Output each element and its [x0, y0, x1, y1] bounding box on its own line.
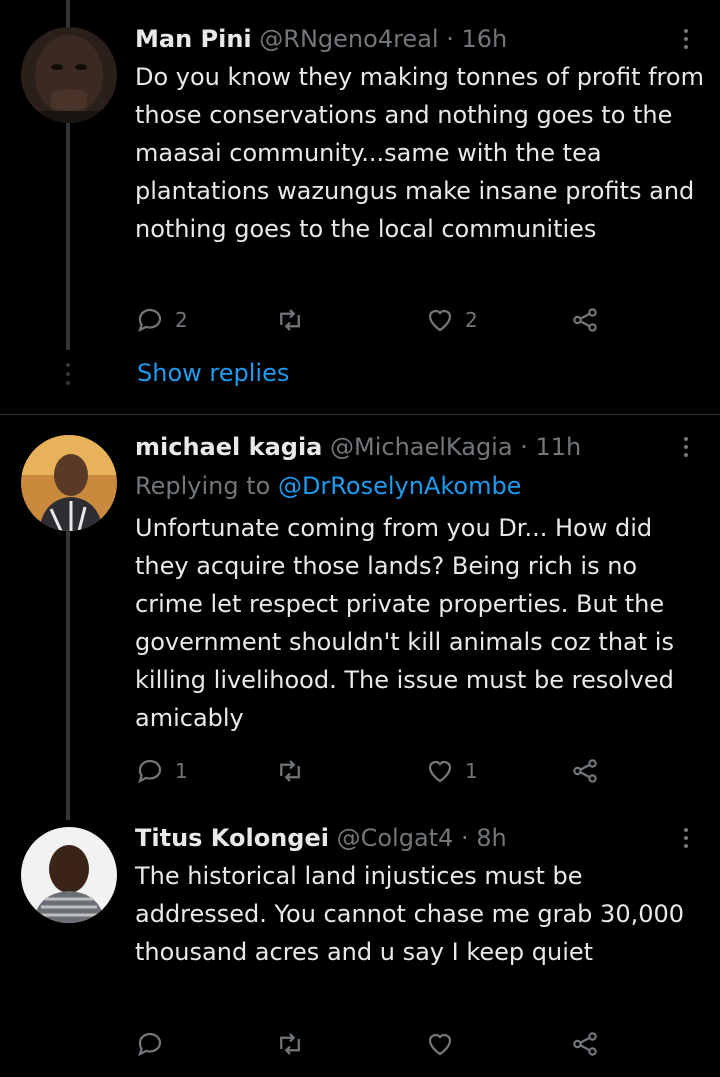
share-button[interactable] [570, 754, 600, 788]
like-icon [428, 1033, 452, 1056]
avatar-titus-kolongei[interactable] [21, 827, 117, 923]
reply-count: 1 [175, 759, 188, 783]
handle[interactable]: @Colgat4 [337, 824, 454, 852]
retweet-button[interactable] [275, 303, 305, 337]
reply-button[interactable]: 2 [135, 303, 188, 337]
share-button[interactable] [570, 1027, 600, 1061]
display-name[interactable]: michael kagia [135, 433, 322, 461]
handle[interactable]: @RNgeno4real [259, 25, 438, 53]
tweet-text: The historical land injustices must be a… [135, 862, 685, 966]
tweet-header: Titus Kolongei @Colgat4 · 8h [135, 823, 507, 853]
thread-line-middle [66, 520, 70, 820]
separator: · [446, 25, 454, 53]
like-count: 1 [465, 759, 478, 783]
show-replies-link[interactable]: Show replies [137, 356, 289, 390]
display-name[interactable]: Man Pini [135, 25, 252, 53]
reply-button[interactable]: 1 [135, 754, 188, 788]
retweet-icon [280, 309, 300, 331]
tweet-actions [135, 1027, 615, 1061]
thread-more-dots [66, 363, 70, 385]
like-button[interactable] [425, 1027, 455, 1061]
like-icon [428, 760, 452, 783]
separator: · [460, 824, 469, 852]
like-button[interactable]: 2 [425, 303, 478, 337]
more-icon[interactable] [676, 823, 696, 853]
tweet-text: Unfortunate coming from you Dr... How di… [135, 514, 674, 732]
separator: · [520, 433, 528, 461]
tweet-header: michael kagia @MichaelKagia · 11h [135, 432, 581, 462]
reply-icon [138, 1032, 162, 1057]
share-icon [573, 308, 597, 332]
avatar-man-pini[interactable] [21, 27, 117, 123]
retweet-button[interactable] [275, 754, 305, 788]
timestamp[interactable]: 16h [462, 25, 508, 53]
reply-button[interactable] [135, 1027, 165, 1061]
display-name[interactable]: Titus Kolongei [135, 824, 329, 852]
share-icon [573, 759, 597, 783]
tweet-header: Man Pini @RNgeno4real · 16h [135, 24, 507, 54]
timestamp[interactable]: 8h [476, 824, 506, 852]
reply-icon [138, 759, 162, 784]
tweet-actions: 2 2 [135, 303, 615, 337]
avatar-michael-kagia[interactable] [21, 435, 117, 531]
handle[interactable]: @MichaelKagia [330, 433, 513, 461]
retweet-button[interactable] [275, 1027, 305, 1061]
replying-prefix: Replying to [135, 472, 278, 500]
divider [0, 414, 720, 415]
like-count: 2 [465, 308, 478, 332]
like-button[interactable]: 1 [425, 754, 478, 788]
mention-link[interactable]: @DrRoselynAkombe [278, 472, 522, 500]
replying-to: Replying to @DrRoselynAkombe [135, 471, 521, 501]
tweet-text: Do you know they making tonnes of profit… [135, 63, 704, 243]
more-icon[interactable] [676, 432, 696, 462]
retweet-icon [280, 1033, 300, 1055]
reply-count: 2 [175, 308, 188, 332]
share-icon [573, 1032, 597, 1056]
retweet-icon [280, 760, 300, 782]
tweet-actions: 1 1 [135, 754, 615, 788]
more-icon[interactable] [676, 24, 696, 54]
timestamp[interactable]: 11h [535, 433, 581, 461]
reply-icon [138, 308, 162, 333]
share-button[interactable] [570, 303, 600, 337]
like-icon [428, 309, 452, 332]
